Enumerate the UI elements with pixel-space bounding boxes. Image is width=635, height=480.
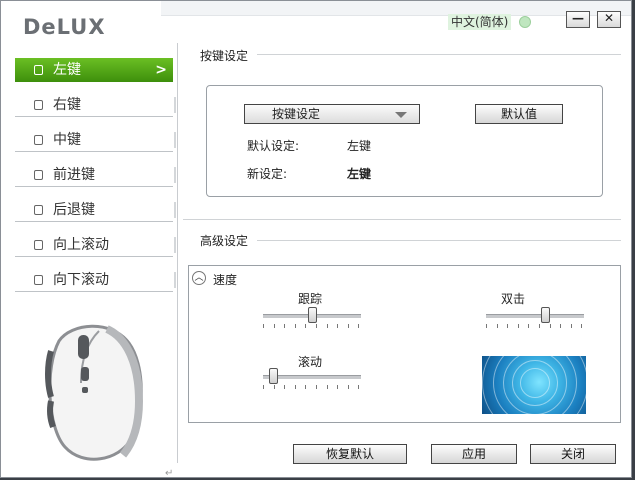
slider-tick: [284, 385, 286, 389]
slider-tick: [517, 324, 519, 328]
slider-tick: [326, 324, 328, 328]
slider-tick: [539, 324, 540, 328]
key-settings-title: 按键设定: [200, 49, 249, 63]
mouse-button-icon: [34, 100, 43, 110]
slider-tick: [284, 324, 286, 328]
key-assignment-dropdown[interactable]: 按键设定: [244, 104, 420, 124]
sidebar-item-forward-button[interactable]: 前进键: [15, 163, 176, 187]
restore-defaults-button[interactable]: 恢复默认: [293, 444, 407, 464]
section-divider: [183, 219, 621, 220]
slider-tick: [347, 385, 349, 389]
sidebar-item-label: 右键: [53, 97, 81, 113]
divider: [174, 132, 176, 148]
slider-tick: [337, 385, 339, 389]
mouse-button-icon: [34, 275, 43, 285]
scroll-label: 滚动: [298, 355, 323, 369]
double-click-label: 双击: [501, 292, 526, 306]
title-bar: [161, 1, 631, 16]
advanced-settings-title: 高级设定: [200, 234, 249, 248]
slider-tick: [305, 385, 307, 389]
speed-label: 速度: [213, 273, 238, 287]
default-setting-label: 默认设定:: [247, 139, 300, 153]
sidebar-item-back-button[interactable]: 后退键: [15, 198, 176, 222]
mouse-button-icon: [34, 240, 43, 250]
language-icon[interactable]: [519, 16, 531, 28]
new-setting-value: 左键: [347, 167, 372, 181]
close-window-button[interactable]: ✕: [597, 11, 621, 28]
slider-tick: [347, 324, 349, 328]
slider-tick: [316, 385, 317, 389]
sidebar-item-label: 向上滚动: [53, 237, 109, 253]
slider-tick: [305, 324, 307, 328]
slider-tick: [549, 324, 551, 328]
mouse-button-icon: [34, 65, 43, 75]
slider-tick: [528, 324, 530, 328]
sidebar-item-label: 左键: [53, 62, 81, 78]
double-click-slider-ticks: [486, 324, 584, 328]
scroll-slider-thumb[interactable]: [268, 368, 278, 384]
slider-tick: [358, 324, 360, 328]
slider-tick: [294, 385, 296, 389]
tracking-slider-ticks: [263, 324, 361, 328]
slider-tick: [358, 385, 360, 389]
chevron-down-icon: [395, 112, 407, 118]
default-setting-value: 左键: [347, 139, 372, 153]
mouse-button-icon: [34, 205, 43, 215]
return-glyph: ↵: [165, 468, 174, 479]
apply-button[interactable]: 应用: [431, 444, 517, 464]
sidebar-item-scroll-up[interactable]: 向上滚动: [15, 233, 176, 257]
divider: [174, 167, 176, 183]
main-window: DeLUX 中文(简体) — ✕ 左键 > 右键 中键 前进键 后退键 向上滚动…: [0, 0, 632, 479]
sidebar-item-label: 后退键: [53, 202, 95, 218]
slider-tick: [316, 324, 317, 328]
slider-tick: [263, 324, 264, 328]
collapse-icon[interactable]: ︿: [192, 271, 206, 285]
slider-tick: [326, 385, 328, 389]
slider-tick: [581, 324, 583, 328]
sidebar-item-label: 中键: [53, 132, 81, 148]
tracking-slider-thumb[interactable]: [308, 307, 317, 323]
section-divider: [257, 240, 621, 241]
slider-tick: [294, 324, 296, 328]
mouse-button-icon: [34, 135, 43, 145]
slider-tick: [560, 324, 562, 328]
minimize-button[interactable]: —: [566, 11, 590, 28]
sidebar-item-middle-button[interactable]: 中键: [15, 128, 176, 152]
language-selector[interactable]: 中文(简体): [448, 14, 512, 30]
dropdown-value: 按键设定: [272, 107, 321, 121]
divider: [174, 237, 176, 253]
sidebar-item-label: 向下滚动: [53, 272, 109, 288]
slider-tick: [507, 324, 509, 328]
sidebar-divider: [177, 43, 178, 463]
slider-tick: [486, 324, 487, 328]
slider-tick: [337, 324, 339, 328]
default-value-button[interactable]: 默认值: [475, 104, 563, 124]
mouse-illustration: [45, 324, 144, 461]
slider-tick: [263, 385, 264, 389]
new-setting-label: 新设定:: [247, 167, 288, 181]
double-click-slider-track[interactable]: [486, 314, 584, 318]
tracking-label: 跟踪: [298, 292, 323, 306]
double-click-slider-thumb[interactable]: [540, 307, 550, 323]
close-button[interactable]: 关闭: [530, 444, 616, 464]
brand-logo: DeLUX: [23, 15, 106, 39]
divider: [174, 272, 176, 288]
sidebar-item-label: 前进键: [53, 167, 95, 183]
sidebar-item-left-button[interactable]: 左键 >: [15, 58, 173, 82]
divider: [174, 202, 176, 218]
slider-tick: [496, 324, 498, 328]
section-divider: [257, 54, 621, 55]
slider-tick: [570, 324, 572, 328]
scroll-slider-ticks: [263, 385, 361, 389]
slider-tick: [273, 324, 275, 328]
chevron-right-icon: >: [155, 62, 167, 78]
sidebar-item-scroll-down[interactable]: 向下滚动: [15, 268, 176, 292]
mouse-button-icon: [34, 170, 43, 180]
scroll-preview-image: [482, 356, 586, 414]
divider: [174, 97, 176, 113]
sidebar-item-right-button[interactable]: 右键: [15, 93, 176, 117]
slider-tick: [273, 385, 275, 389]
